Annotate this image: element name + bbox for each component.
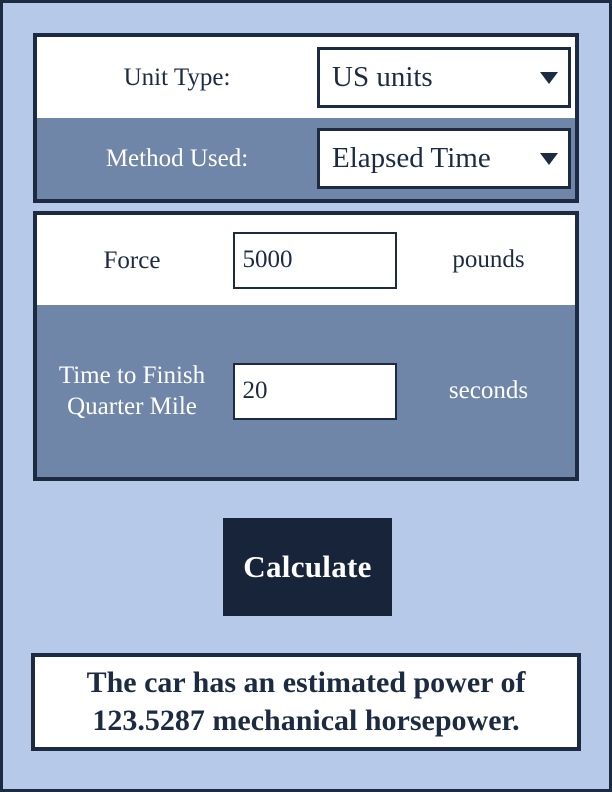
time-label: Time to Finish Quarter Mile (37, 360, 227, 423)
calculator-page: Unit Type: US units Method Used: Elapsed… (3, 3, 609, 789)
time-label-text: Time to Finish Quarter Mile (58, 361, 206, 420)
method-used-label: Method Used: (105, 145, 249, 172)
chevron-down-icon (540, 71, 558, 84)
force-row: Force 5000 pounds (37, 215, 575, 305)
force-input[interactable]: 5000 (232, 231, 397, 289)
method-used-selected-value: Elapsed Time (332, 142, 491, 174)
chevron-down-icon (540, 152, 558, 165)
result-line-2: 123.5287 mechanical horsepower. (92, 704, 520, 737)
method-used-row: Method Used: Elapsed Time (37, 118, 575, 199)
force-field-cell: 5000 (227, 231, 402, 289)
result-text: The car has an estimated power of 123.52… (87, 664, 526, 741)
time-row: Time to Finish Quarter Mile 20 seconds (37, 305, 575, 477)
calculate-button[interactable]: Calculate (223, 518, 392, 616)
time-field-cell: 20 (227, 362, 402, 420)
unit-type-row: Unit Type: US units (37, 37, 575, 118)
unit-type-label: Unit Type: (123, 64, 231, 91)
result-line-1: The car has an estimated power of (86, 665, 526, 699)
result-box: The car has an estimated power of 123.52… (31, 653, 581, 751)
unit-type-select[interactable]: US units (317, 47, 571, 108)
unit-type-selected-value: US units (332, 61, 433, 93)
time-unit-label: seconds (448, 377, 529, 404)
force-unit-label: pounds (452, 246, 525, 273)
unit-type-field-cell: US units (317, 47, 575, 108)
method-used-field-cell: Elapsed Time (317, 128, 575, 189)
method-used-select[interactable]: Elapsed Time (317, 128, 571, 189)
force-label: Force (103, 246, 161, 274)
time-input[interactable]: 20 (232, 362, 397, 420)
settings-panel: Unit Type: US units Method Used: Elapsed… (33, 33, 579, 203)
inputs-panel: Force 5000 pounds Time to Finish Quarter… (33, 211, 579, 481)
